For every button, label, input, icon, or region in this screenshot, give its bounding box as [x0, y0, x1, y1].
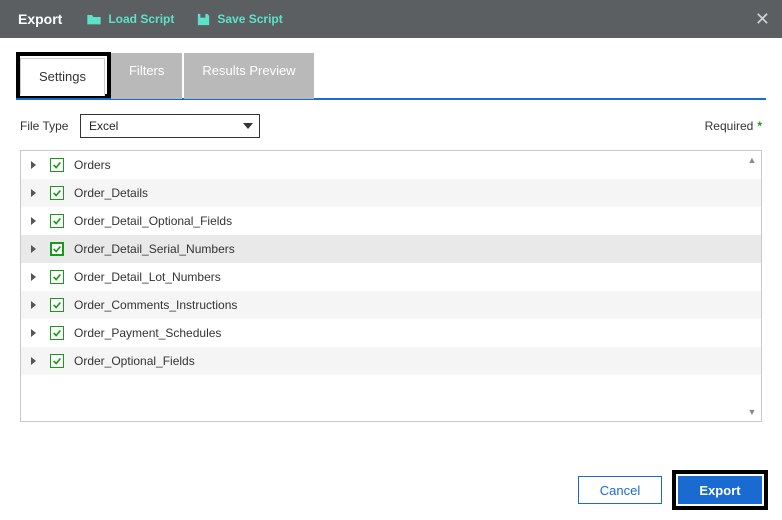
- tab-results-preview[interactable]: Results Preview: [184, 53, 313, 99]
- file-type-select[interactable]: Excel: [80, 114, 260, 138]
- file-type-value: Excel: [89, 119, 118, 133]
- scroll-up-arrow-icon[interactable]: ▲: [745, 153, 759, 167]
- tree-row-order-detail-optional-fields[interactable]: Order_Detail_Optional_Fields: [21, 207, 761, 235]
- expand-caret-icon[interactable]: [31, 245, 36, 253]
- settings-tab-highlight: Settings: [16, 52, 111, 98]
- tabs: Settings Filters Results Preview: [16, 52, 766, 100]
- tree-label: Order_Details: [74, 186, 148, 200]
- export-tree-scroll[interactable]: Orders Order_Details Order_Detail_Option…: [21, 151, 761, 421]
- tree-row-order-optional-fields[interactable]: Order_Optional_Fields: [21, 347, 761, 375]
- load-script-label: Load Script: [108, 12, 174, 26]
- save-script-button[interactable]: Save Script: [196, 12, 282, 27]
- tree-row-order-payment-schedules[interactable]: Order_Payment_Schedules: [21, 319, 761, 347]
- expand-caret-icon[interactable]: [31, 301, 36, 309]
- tab-settings[interactable]: Settings: [20, 58, 105, 96]
- required-label: Required: [705, 119, 754, 133]
- required-star-icon: *: [757, 119, 762, 133]
- tree-row-orders[interactable]: Orders: [21, 151, 761, 179]
- folder-open-icon: [86, 12, 102, 26]
- save-icon: [196, 12, 211, 27]
- expand-caret-icon[interactable]: [31, 357, 36, 365]
- expand-caret-icon[interactable]: [31, 189, 36, 197]
- tabs-container: Settings Filters Results Preview: [0, 38, 782, 100]
- checkbox-order-detail-serial-numbers[interactable]: [50, 242, 64, 256]
- dialog-header: Export Load Script Save Script ✕: [0, 0, 782, 38]
- expand-caret-icon[interactable]: [31, 217, 36, 225]
- tree-label: Order_Comments_Instructions: [74, 298, 237, 312]
- tab-settings-label: Settings: [39, 69, 86, 84]
- scroll-down-arrow-icon[interactable]: ▼: [745, 405, 759, 419]
- tab-filters[interactable]: Filters: [111, 53, 182, 99]
- tree-label: Order_Optional_Fields: [74, 354, 195, 368]
- expand-caret-icon[interactable]: [31, 329, 36, 337]
- checkbox-order-detail-optional-fields[interactable]: [50, 214, 64, 228]
- tree-label: Orders: [74, 158, 111, 172]
- export-button-label: Export: [699, 483, 740, 498]
- tab-results-preview-label: Results Preview: [202, 63, 295, 78]
- dialog-footer: Cancel Export: [578, 470, 768, 510]
- export-button[interactable]: Export: [678, 476, 762, 504]
- tree-row-order-detail-serial-numbers[interactable]: Order_Detail_Serial_Numbers: [21, 235, 761, 263]
- settings-panel: File Type Excel Required* ▲ Orders: [0, 100, 782, 428]
- checkbox-order-optional-fields[interactable]: [50, 354, 64, 368]
- chevron-down-icon: [243, 123, 253, 129]
- tree-label: Order_Detail_Serial_Numbers: [74, 242, 235, 256]
- export-button-highlight: Export: [672, 470, 768, 510]
- cancel-button-label: Cancel: [600, 483, 640, 498]
- load-script-button[interactable]: Load Script: [86, 12, 174, 26]
- tree-row-order-details[interactable]: Order_Details: [21, 179, 761, 207]
- file-type-label: File Type: [20, 119, 80, 133]
- tree-label: Order_Detail_Lot_Numbers: [74, 270, 221, 284]
- required-indicator: Required*: [705, 119, 762, 133]
- export-tree-panel: ▲ Orders Order_Details Order_Detail_Opti…: [20, 150, 762, 422]
- checkbox-order-payment-schedules[interactable]: [50, 326, 64, 340]
- expand-caret-icon[interactable]: [31, 161, 36, 169]
- checkbox-orders[interactable]: [50, 158, 64, 172]
- tree-label: Order_Detail_Optional_Fields: [74, 214, 232, 228]
- checkbox-order-details[interactable]: [50, 186, 64, 200]
- file-type-row: File Type Excel Required*: [20, 114, 762, 138]
- tree-row-order-comments-instructions[interactable]: Order_Comments_Instructions: [21, 291, 761, 319]
- tree-row-order-detail-lot-numbers[interactable]: Order_Detail_Lot_Numbers: [21, 263, 761, 291]
- dialog-title: Export: [18, 11, 62, 27]
- cancel-button[interactable]: Cancel: [578, 476, 662, 504]
- expand-caret-icon[interactable]: [31, 273, 36, 281]
- tree-label: Order_Payment_Schedules: [74, 326, 221, 340]
- close-icon: ✕: [755, 9, 770, 29]
- close-button[interactable]: ✕: [755, 10, 770, 28]
- tab-filters-label: Filters: [129, 63, 164, 78]
- checkbox-order-comments-instructions[interactable]: [50, 298, 64, 312]
- checkbox-order-detail-lot-numbers[interactable]: [50, 270, 64, 284]
- save-script-label: Save Script: [217, 12, 282, 26]
